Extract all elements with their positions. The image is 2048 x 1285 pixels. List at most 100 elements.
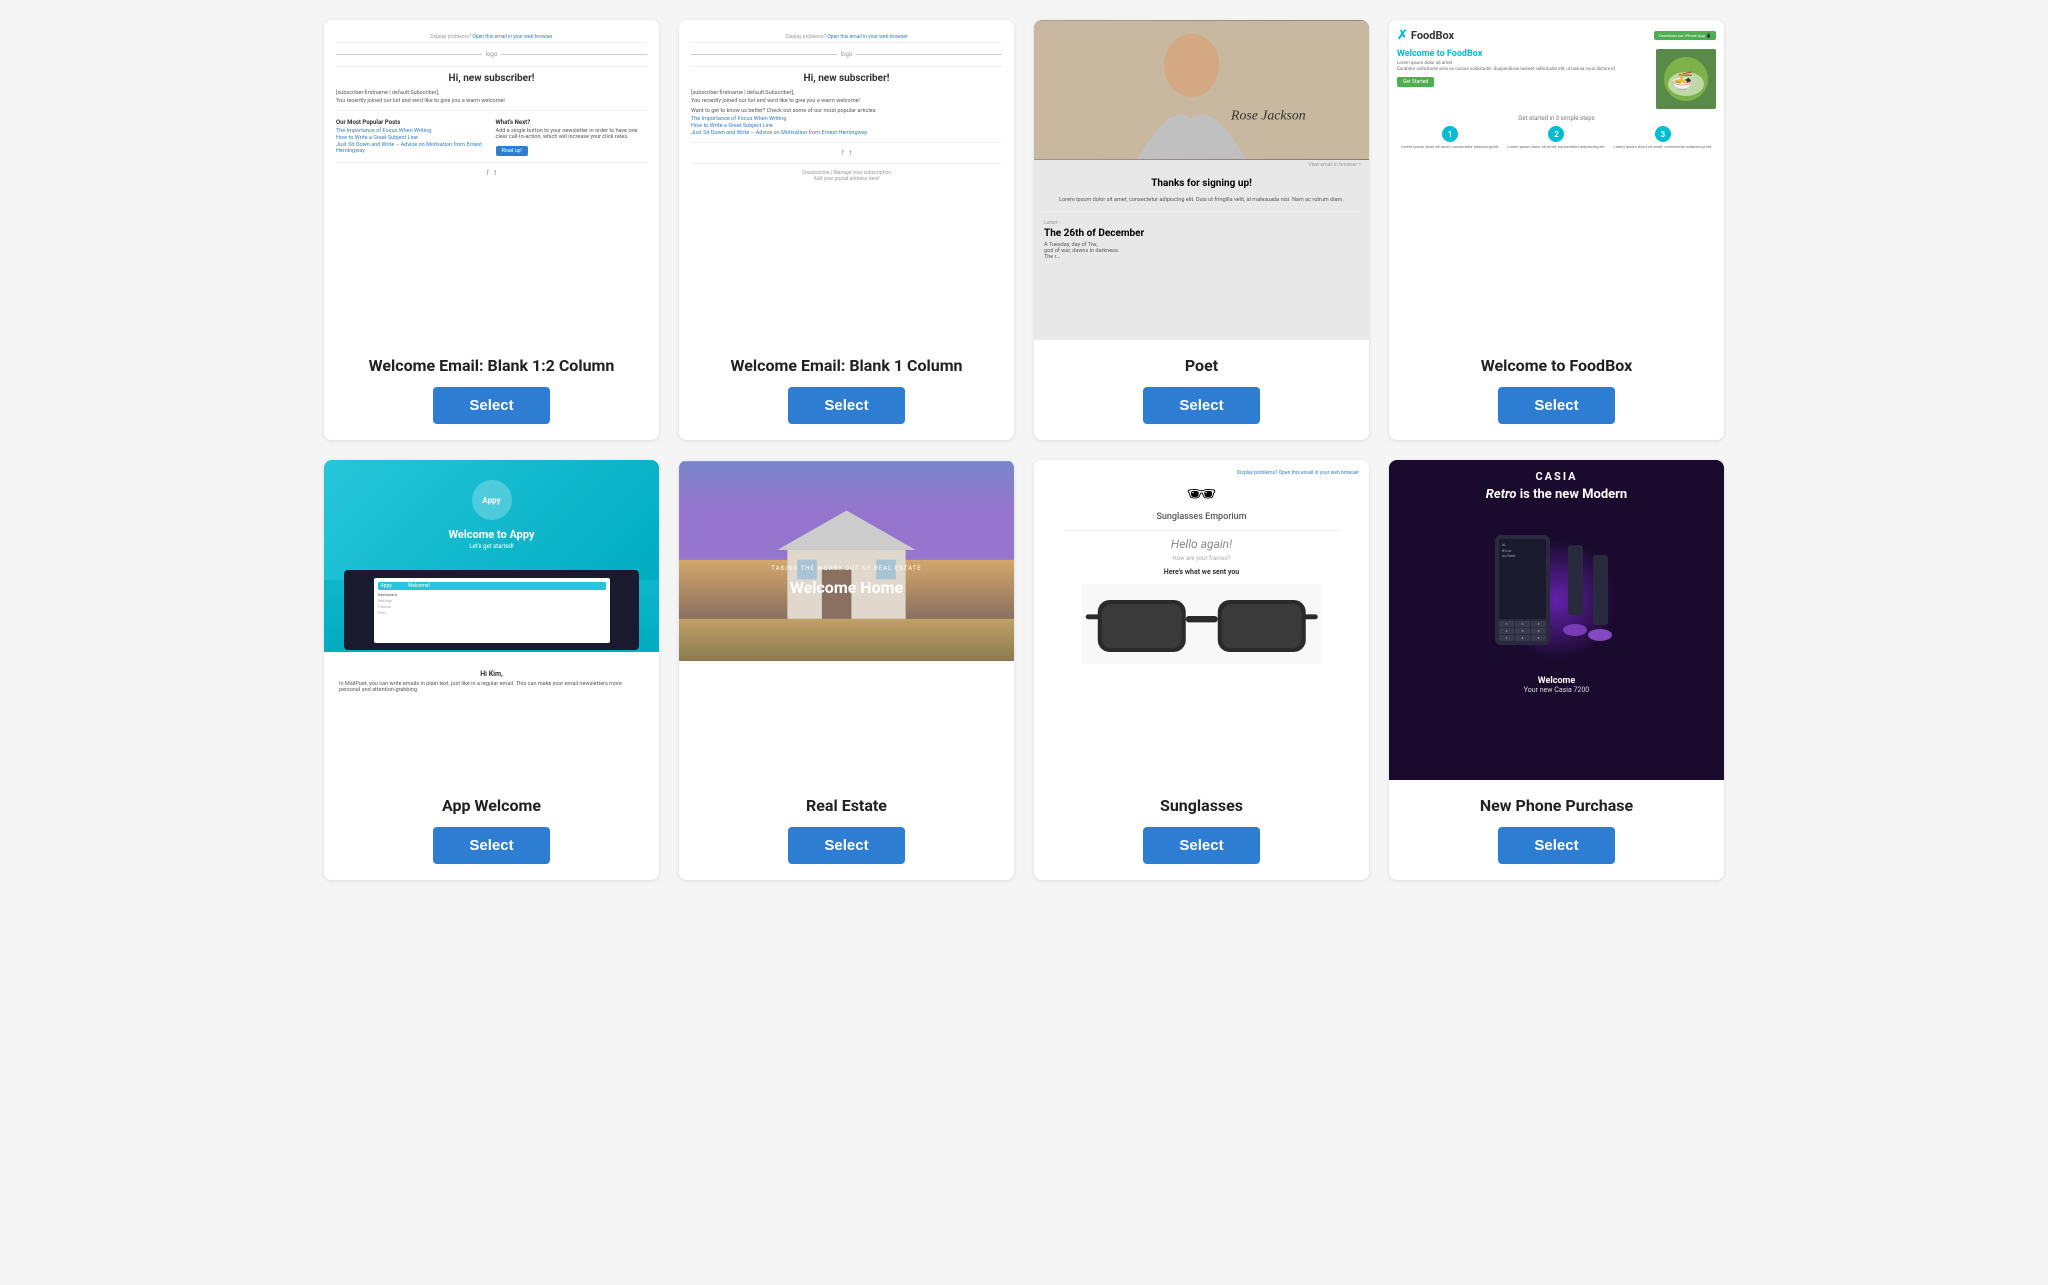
select-button-sunglasses[interactable]: Select — [1143, 827, 1259, 864]
foodbox-get-started[interactable]: Get Started — [1397, 77, 1434, 87]
appy-top: Appy Welcome to Appy Let's get started! — [324, 460, 659, 580]
foodbox-step-3: 3 Lorem ipsum dolor sit amet, consectetu… — [1610, 126, 1716, 149]
card-footer-casia: New Phone Purchase Select — [1389, 780, 1724, 880]
card-welcome-2col: Display problems? Open this email in you… — [324, 20, 659, 440]
post-link-3[interactable]: Just Sit Down and Write – Advice on Moti… — [336, 142, 488, 154]
read-up-button[interactable]: Read up! — [496, 146, 528, 156]
welcome-heading-2: Hi, new subscriber! — [691, 73, 1002, 84]
card-welcome-1col: Display problems? Open this email in you… — [679, 20, 1014, 440]
card-footer-welcome-2col: Welcome Email: Blank 1:2 Column Select — [324, 340, 659, 440]
card-preview-poet: Rose Jackson View email in browser > Tha… — [1034, 20, 1369, 340]
select-button-poet[interactable]: Select — [1143, 387, 1259, 424]
display-problems-bar-2: Display problems? Open this email in you… — [691, 32, 1002, 43]
card-title-appy: App Welcome — [340, 796, 643, 815]
step-3-num: 3 — [1655, 126, 1671, 142]
logo-line: logo — [336, 51, 647, 58]
foodbox-step-1: 1 Lorem ipsum dolor sit amet, consectetu… — [1397, 126, 1503, 149]
card-poet: Rose Jackson View email in browser > Tha… — [1034, 20, 1369, 440]
casia-phone: hi,it's urnu fone 1 2 3 4 5 6 7 8 9 — [1495, 535, 1550, 645]
key-5: 5 — [1515, 628, 1530, 634]
card-preview-sunglasses: Display problems? Open this email in you… — [1034, 460, 1369, 780]
card-appy: Appy Welcome to Appy Let's get started! … — [324, 460, 659, 880]
article-link-1[interactable]: The Importance of Focus When Writing — [691, 116, 1002, 122]
card-title-poet: Poet — [1050, 356, 1353, 375]
realestate-hero: TAKING THE WORRY OUT OF REAL ESTATE Welc… — [679, 501, 1014, 661]
logo-line-2: logo — [691, 51, 1002, 58]
appy-greeting: Hi Kim, — [339, 670, 644, 678]
post-link-2[interactable]: How to Write a Great Subject Line — [336, 135, 488, 141]
key-6: 6 — [1531, 628, 1546, 634]
step-2-text: Lorem ipsum dolor sit amet, consectetur … — [1503, 144, 1609, 149]
card-title-welcome-1col: Welcome Email: Blank 1 Column — [695, 356, 998, 375]
select-button-realestate[interactable]: Select — [788, 827, 904, 864]
view-in-browser: View email in browser > — [1034, 160, 1369, 170]
casia-screen: hi,it's urnu fone — [1499, 539, 1546, 619]
casia-keypad: 1 2 3 4 5 6 7 8 9 — [1499, 621, 1546, 641]
casia-modern: is the new Modern — [1517, 487, 1628, 502]
key-8: 8 — [1515, 635, 1530, 641]
card-title-welcome-2col: Welcome Email: Blank 1:2 Column — [340, 356, 643, 375]
post-link-1[interactable]: The Importance of Focus When Writing — [336, 128, 488, 134]
card-realestate: 🏠 TheRealEstate f t g ◎ — [679, 460, 1014, 880]
foodbox-welcome-title: Welcome to FoodBox — [1397, 49, 1650, 59]
sg-header-link: Display problems? Open this email in you… — [1044, 470, 1359, 476]
key-1: 1 — [1499, 621, 1514, 627]
article-link-3[interactable]: Just Sit Down and Write – Advice on Moti… — [691, 130, 1002, 136]
template-grid: Display problems? Open this email in you… — [324, 20, 1724, 880]
card-preview-appy: Appy Welcome to Appy Let's get started! … — [324, 460, 659, 780]
svg-text:Rose Jackson: Rose Jackson — [1230, 108, 1306, 123]
card-title-foodbox: Welcome to FoodBox — [1405, 356, 1708, 375]
step-1-text: Lorem ipsum dolor sit amet, consectetur … — [1397, 144, 1503, 149]
card-preview-realestate: 🏠 TheRealEstate f t g ◎ — [679, 460, 1014, 780]
key-7: 7 — [1499, 635, 1514, 641]
key-4: 4 — [1499, 628, 1514, 634]
poet-hero-image: Rose Jackson — [1034, 20, 1369, 160]
sg-glasses-svg — [1060, 584, 1344, 664]
popular-posts-title: Our Most Popular Posts — [336, 119, 488, 126]
social-icons-2: f t — [691, 149, 1002, 157]
sg-how: How are your frames? — [1044, 555, 1359, 562]
step-1-num: 1 — [1442, 126, 1458, 142]
poem-text: A Tuesday, day of Tiw,god of war, dawns … — [1034, 240, 1369, 262]
card-footer-realestate: Real Estate Select — [679, 780, 1014, 880]
appy-title: Welcome to Appy — [339, 528, 644, 541]
display-problems-bar: Display problems? Open this email in you… — [336, 32, 647, 43]
step-3-text: Lorem ipsum dolor sit amet, consectetur … — [1610, 144, 1716, 149]
realestate-welcome: Welcome Home — [771, 578, 921, 597]
step-2-num: 2 — [1548, 126, 1564, 142]
select-button-casia[interactable]: Select — [1498, 827, 1614, 864]
foodbox-logo: ✗ FoodBox — [1397, 28, 1454, 43]
welcome-body: You recently joined our list and we'd li… — [336, 98, 647, 104]
subscriber-tag: [subscriber:firstname | default:Subscrib… — [336, 90, 647, 96]
poet-thanks: Thanks for signing up! — [1034, 170, 1369, 193]
sg-hello: Hello again! — [1044, 537, 1359, 551]
whats-next-title: What's Next? — [496, 119, 648, 126]
select-button-appy[interactable]: Select — [433, 827, 549, 864]
article-link-2[interactable]: How to Write a Great Subject Line — [691, 123, 1002, 129]
foodbox-app-btn[interactable]: Download our iPhone App 📱 — [1654, 31, 1716, 40]
card-footer-appy: App Welcome Select — [324, 780, 659, 880]
select-button-welcome-2col[interactable]: Select — [433, 387, 549, 424]
foodbox-step-2: 2 Lorem ipsum dolor sit amet, consectetu… — [1503, 126, 1609, 149]
svg-text:🍜: 🍜 — [1671, 71, 1693, 92]
key-3: 3 — [1531, 621, 1546, 627]
want-to-know: Want to get to know us better? Check out… — [691, 108, 1002, 114]
appy-body: In MailPoet, you can write emails in pla… — [339, 681, 644, 693]
casia-model: Your new Casia 7200 — [1399, 686, 1714, 694]
casia-tagline: Retro is the new Modern — [1399, 487, 1714, 502]
key-2: 2 — [1515, 621, 1530, 627]
sg-sent: Here's what we sent you — [1044, 568, 1359, 576]
appy-device: Appy Welcome! Dashboard Settings Toolbar… — [344, 570, 639, 650]
welcome-heading: Hi, new subscriber! — [336, 73, 647, 84]
select-button-welcome-1col[interactable]: Select — [788, 387, 904, 424]
appy-bottom: Hi Kim, In MailPoet, you can write email… — [324, 660, 659, 703]
foodbox-header: ✗ FoodBox Download our iPhone App 📱 — [1397, 28, 1716, 43]
card-casia: CASIA Retro is the new Modern hi,it's ur… — [1389, 460, 1724, 880]
select-button-foodbox[interactable]: Select — [1498, 387, 1614, 424]
card-footer-welcome-1col: Welcome Email: Blank 1 Column Select — [679, 340, 1014, 440]
casia-retro: Retro — [1486, 487, 1517, 502]
welcome-body-2: You recently joined our list and we'd li… — [691, 98, 1002, 104]
subscriber-tag-2: [subscriber:firstname | default:Subscrib… — [691, 90, 1002, 96]
card-preview-foodbox: ✗ FoodBox Download our iPhone App 📱 Welc… — [1389, 20, 1724, 340]
card-title-realestate: Real Estate — [695, 796, 998, 815]
